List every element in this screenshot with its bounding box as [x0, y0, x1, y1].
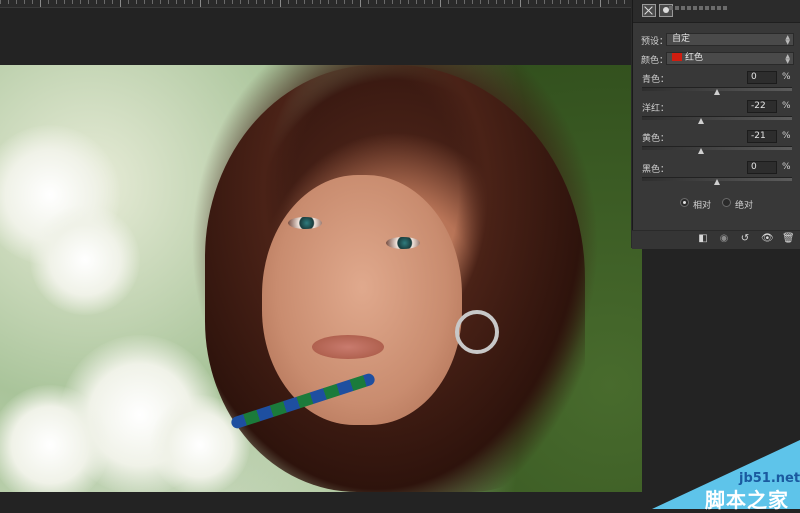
- dropdown-arrows-icon: ▲ ▼: [785, 34, 790, 46]
- relative-radio[interactable]: [680, 198, 689, 207]
- ruler-major-tick: [40, 0, 41, 7]
- ruler-major-tick: [360, 0, 361, 7]
- percent-unit: %: [782, 131, 791, 141]
- panel-header: [633, 0, 800, 23]
- percent-unit: %: [782, 162, 791, 172]
- blossom-cluster: [30, 205, 140, 315]
- slider-track[interactable]: [642, 146, 792, 150]
- colors-value: 红色: [685, 53, 704, 63]
- visibility-icon[interactable]: 👁: [761, 233, 774, 245]
- slider-value-field[interactable]: -22: [747, 100, 777, 113]
- absolute-label: 绝对: [735, 201, 754, 211]
- ruler-major-tick: [280, 0, 281, 7]
- dropdown-arrows-icon: ▲ ▼: [785, 53, 790, 65]
- slider-thumb[interactable]: [714, 179, 720, 185]
- ruler-major-tick: [520, 0, 521, 7]
- preset-value: 自定: [672, 34, 691, 44]
- slider-value-field[interactable]: 0: [747, 71, 777, 84]
- slider-thumb[interactable]: [714, 89, 720, 95]
- slider-thumb[interactable]: [698, 148, 704, 154]
- relative-label: 相对: [693, 201, 712, 211]
- slider-label: 青色：: [642, 75, 670, 85]
- slider-thumb[interactable]: [698, 118, 704, 124]
- slider-label: 洋红：: [642, 104, 670, 114]
- ruler-major-tick: [120, 0, 121, 7]
- ruler-major-tick: [200, 0, 201, 7]
- adjustment-icon[interactable]: [642, 4, 656, 17]
- right-eye: [386, 237, 420, 249]
- slider-label: 黄色：: [642, 134, 670, 144]
- delete-icon[interactable]: 🗑: [782, 233, 795, 245]
- slider-value-field[interactable]: -21: [747, 130, 777, 143]
- panel-title: [669, 6, 729, 10]
- lips: [312, 335, 384, 359]
- clip-to-layer-icon[interactable]: ◧: [697, 233, 709, 245]
- percent-unit: %: [782, 72, 791, 82]
- preset-label: 预设：: [641, 37, 669, 47]
- absolute-radio[interactable]: [722, 198, 731, 207]
- slider-label: 黑色：: [642, 165, 670, 175]
- ruler-major-tick: [440, 0, 441, 7]
- ruler-major-tick: [600, 0, 601, 7]
- left-eye: [288, 217, 322, 229]
- red-swatch-icon: [672, 53, 682, 61]
- colors-dropdown[interactable]: 红色 ▲ ▼: [666, 52, 794, 65]
- earring: [455, 310, 499, 354]
- reset-icon[interactable]: ↺: [739, 233, 751, 245]
- document-canvas-photo[interactable]: [0, 65, 642, 492]
- percent-unit: %: [782, 101, 791, 111]
- colors-label: 颜色：: [641, 56, 669, 66]
- view-previous-icon[interactable]: ◉: [718, 233, 730, 245]
- slider-track[interactable]: [642, 116, 792, 120]
- panel-footer: [632, 230, 800, 249]
- preset-dropdown[interactable]: 自定 ▲ ▼: [666, 33, 794, 46]
- slider-value-field[interactable]: 0: [747, 161, 777, 174]
